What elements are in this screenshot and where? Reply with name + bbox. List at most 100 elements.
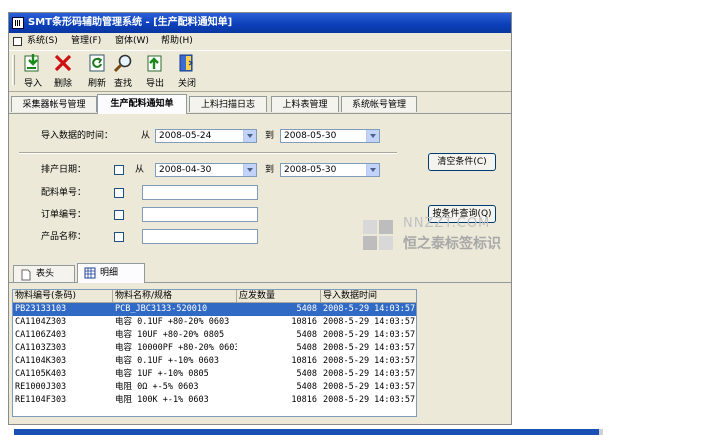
import-button[interactable]: 导入 (21, 53, 45, 89)
main-tab-strip: 采集器帐号管理 生产配料通知单 上料扫描日志 上料表管理 系统帐号管理 (9, 94, 511, 114)
menu-system[interactable]: 系统(S) (27, 34, 58, 49)
delete-x-icon (54, 54, 72, 72)
table-cell: 2008-5-29 14:03:57 (323, 395, 416, 405)
export-label: 导出 (145, 79, 164, 89)
table-cell: CA1106Z403 (15, 330, 67, 340)
watermark-url: NNZZT.COM (403, 216, 491, 231)
column-quantity[interactable]: 应发数量 (237, 290, 321, 303)
table-row[interactable]: PB23133103 PCB_JBC3133-520010 5408 2008-5-2… (13, 303, 416, 316)
tab-system-accounts[interactable]: 系统帐号管理 (341, 96, 417, 112)
table-cell: 2008-5-29 14:03:57 (323, 369, 416, 379)
find-label: 查找 (113, 79, 132, 89)
table-row[interactable]: RE1000J303 电阻 0Ω +-5% 0603 5408 2008-5-29 1… (13, 381, 416, 394)
chevron-down-icon[interactable] (366, 164, 379, 176)
table-row[interactable]: CA1104Z303 电容 0.1UF +80-20% 0603 10816 2008… (13, 316, 416, 329)
tab-collector-accounts[interactable]: 采集器帐号管理 (11, 96, 97, 112)
import-label: 导入 (23, 79, 42, 89)
close-button[interactable]: 关闭 (175, 53, 199, 89)
table-cell: 电阻 0Ω +-5% 0603 (115, 382, 199, 392)
tab-scan-log[interactable]: 上料扫描日志 (189, 96, 267, 112)
table-cell: 2008-5-29 14:03:57 (323, 382, 416, 392)
title-bar[interactable]: SMT条形码辅助管理系统 - [生产配料通知单] (9, 13, 511, 33)
table-cell: CA1104K303 (15, 356, 67, 366)
clear-conditions-button[interactable]: 清空条件(C) (428, 153, 496, 171)
product-name-input[interactable] (142, 229, 258, 244)
refresh-button[interactable]: 刷新 (85, 53, 109, 89)
table-cell: 2008-5-29 14:03:57 (323, 356, 416, 366)
schedule-date-label: 排产日期： (41, 165, 87, 175)
tab-production-notice[interactable]: 生产配料通知单 (97, 94, 187, 114)
magnifier-icon (113, 54, 132, 73)
menu-manage[interactable]: 管理(F) (71, 34, 101, 49)
import-from-label: 从 (141, 131, 151, 141)
table-row[interactable]: CA1103Z303 电容 10000PF +80-20% 0603 5408 200… (13, 342, 416, 355)
detail-tab-strip: 表头 明细 (9, 263, 511, 283)
column-material-code[interactable]: 物料编号(条码) (13, 290, 113, 303)
table-cell: 电阻 100K +-1% 0603 (115, 395, 209, 405)
column-import-time[interactable]: 导入数据时间 (321, 290, 416, 303)
table-cell: 5408 (296, 330, 317, 340)
watermark-brand: 恒之泰标签标识 (403, 236, 501, 252)
close-label: 关闭 (177, 79, 196, 89)
delete-button[interactable]: 删除 (51, 53, 75, 89)
table-cell: 2008-5-29 14:03:57 (323, 317, 416, 327)
find-button[interactable]: 查找 (111, 53, 135, 89)
order-no-input[interactable] (142, 185, 258, 200)
table-cell: 2008-5-29 14:03:57 (323, 343, 416, 353)
table-cell: CA1103Z303 (15, 343, 67, 353)
table-cell: 电容 10000PF +80-20% 0603 (115, 343, 237, 353)
product-name-label: 产品名称： (41, 232, 87, 242)
door-exit-icon (179, 54, 194, 72)
document-icon (21, 269, 31, 281)
barcode-app-icon (12, 17, 24, 29)
chevron-down-icon[interactable] (366, 130, 379, 142)
taskbar-edge (599, 429, 603, 435)
schedule-date-checkbox[interactable] (114, 165, 124, 175)
material-detail-table: 物料编号(条码) 物料名称/规格 应发数量 导入数据时间 PB23133103 P… (12, 289, 417, 417)
menu-window[interactable]: 窗体(W) (115, 34, 149, 49)
table-cell: 10816 (291, 317, 317, 327)
schedule-to-date[interactable]: 2008-05-30 (280, 163, 380, 177)
import-to-date[interactable]: 2008-05-30 (280, 129, 380, 143)
export-button[interactable]: 导出 (143, 53, 167, 89)
product-name-checkbox[interactable] (114, 232, 124, 242)
chevron-down-icon[interactable] (243, 164, 256, 176)
table-row[interactable]: CA1106Z403 电容 10UF +80-20% 0805 5408 2008-5… (13, 329, 416, 342)
table-cell: 5408 (296, 369, 317, 379)
table-cell: 电容 0.1UF +-10% 0603 (115, 356, 219, 366)
main-window: SMT条形码辅助管理系统 - [生产配料通知单] 系统(S) 管理(F) 窗体(… (8, 12, 512, 425)
order-id-input[interactable] (142, 207, 258, 222)
table-cell: RE1000J303 (15, 382, 67, 392)
menu-help[interactable]: 帮助(H) (161, 34, 193, 49)
column-material-name[interactable]: 物料名称/规格 (113, 290, 237, 303)
export-icon (147, 55, 162, 72)
table-row[interactable]: CA1104K303 电容 0.1UF +-10% 0603 10816 2008-5… (13, 355, 416, 368)
import-to-label: 到 (265, 131, 275, 141)
table-cell: PCB_JBC3133-520010 (115, 304, 208, 314)
import-from-date[interactable]: 2008-05-24 (155, 129, 257, 143)
watermark: NNZZT.COM 恒之泰标签标识 (359, 216, 511, 256)
order-no-checkbox[interactable] (114, 188, 124, 198)
window-title: SMT条形码辅助管理系统 - [生产配料通知单] (28, 17, 233, 28)
document-icon[interactable] (13, 37, 22, 46)
tab-detail[interactable]: 明细 (77, 263, 145, 283)
order-id-checkbox[interactable] (114, 210, 124, 220)
schedule-from-date[interactable]: 2008-04-30 (155, 163, 257, 177)
toolbar: 导入 删除 刷新 查找 导出 关闭 (9, 50, 511, 92)
table-cell: 10816 (291, 395, 317, 405)
chevron-down-icon[interactable] (243, 130, 256, 142)
table-row[interactable]: RE1104F303 电阻 100K +-1% 0603 10816 2008-5-2… (13, 394, 416, 407)
table-cell: 10816 (291, 356, 317, 366)
tab-header[interactable]: 表头 (13, 265, 75, 282)
delete-label: 删除 (53, 79, 72, 89)
table-cell: 5408 (296, 304, 317, 314)
import-time-label: 导入数据的时间： (41, 131, 114, 141)
order-no-label: 配料单号： (41, 188, 87, 198)
table-header: 物料编号(条码) 物料名称/规格 应发数量 导入数据时间 (13, 290, 416, 303)
table-row[interactable]: CA1105K403 电容 1UF +-10% 0805 5408 2008-5-29… (13, 368, 416, 381)
table-cell: 5408 (296, 382, 317, 392)
schedule-from-label: 从 (135, 165, 145, 175)
watermark-logo-icon (363, 220, 393, 250)
order-id-label: 订单编号： (41, 210, 87, 220)
tab-material-table[interactable]: 上料表管理 (271, 96, 339, 112)
